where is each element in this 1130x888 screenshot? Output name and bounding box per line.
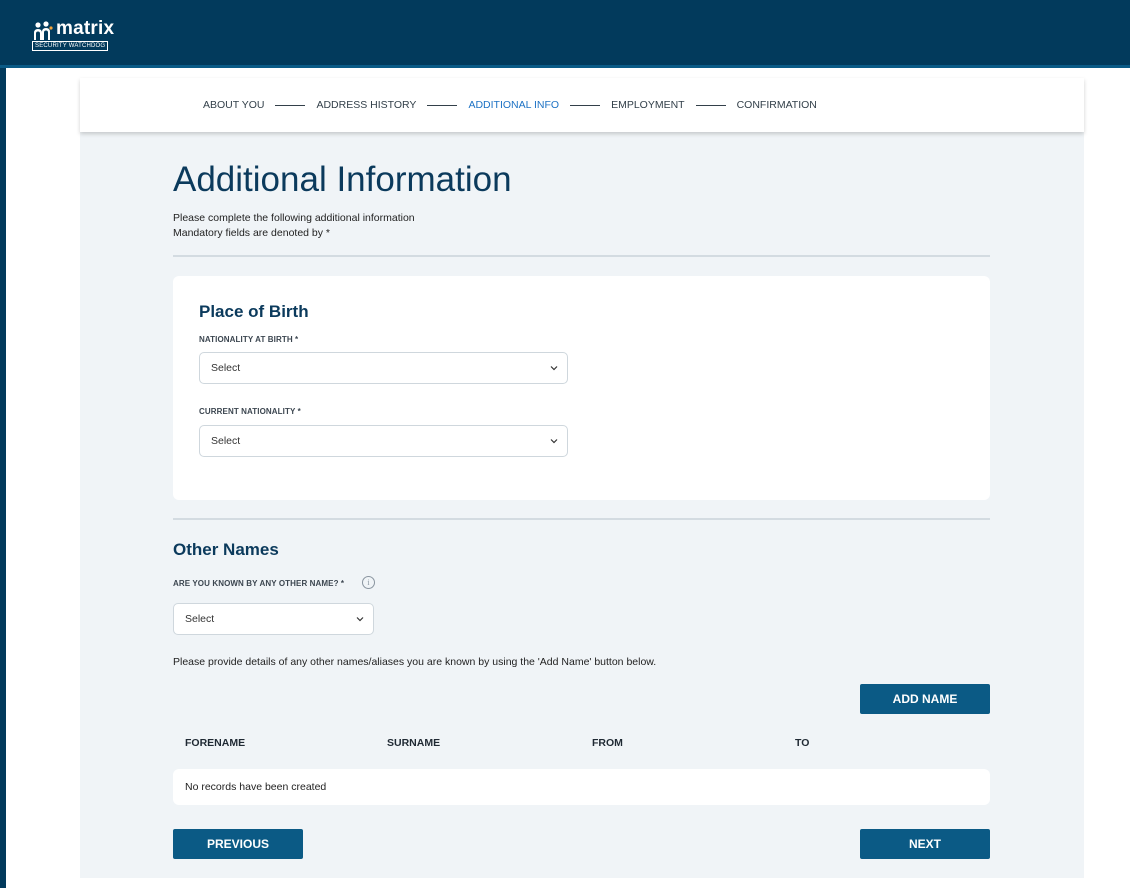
column-header-to: TO: [795, 737, 810, 749]
previous-button[interactable]: PREVIOUS: [173, 829, 303, 859]
section-divider: [173, 255, 990, 257]
chevron-down-icon: [550, 439, 558, 444]
column-header-surname: SURNAME: [387, 737, 441, 749]
column-header-forename: FORENAME: [185, 737, 246, 749]
place-of-birth-title: Place of Birth: [199, 302, 309, 321]
nationality-at-birth-label: NATIONALITY AT BIRTH *: [199, 335, 299, 344]
select-value: Select: [211, 435, 241, 447]
step-confirmation[interactable]: CONFIRMATION: [737, 99, 817, 111]
brand-logo[interactable]: matrix SECURITY WATCHDOG: [32, 18, 122, 54]
page-title: Additional Information: [173, 160, 512, 199]
select-value: Select: [185, 613, 215, 625]
step-about-you[interactable]: ABOUT YOU: [203, 99, 264, 111]
page-intro: Please complete the following additional…: [173, 211, 415, 241]
step-employment[interactable]: EMPLOYMENT: [611, 99, 685, 111]
nationality-at-birth-select[interactable]: Select: [199, 352, 568, 384]
step-connector: [275, 104, 306, 106]
people-logo-icon: [34, 21, 53, 40]
step-address-history[interactable]: ADDRESS HISTORY: [316, 99, 416, 111]
brand-name: matrix: [56, 18, 115, 39]
other-name-label: ARE YOU KNOWN BY ANY OTHER NAME? *: [173, 579, 345, 588]
step-connector: [695, 104, 726, 106]
top-bar: matrix SECURITY WATCHDOG: [0, 0, 1130, 68]
select-value: Select: [211, 362, 241, 374]
current-nationality-select[interactable]: Select: [199, 425, 568, 457]
intro-line: Please complete the following additional…: [173, 212, 415, 224]
left-edge-strip: [0, 68, 6, 888]
brand-subtitle: SECURITY WATCHDOG: [32, 41, 109, 51]
other-names-title: Other Names: [173, 540, 279, 559]
info-icon[interactable]: i: [362, 576, 375, 589]
chevron-down-icon: [356, 617, 364, 622]
step-connector: [570, 104, 601, 106]
add-name-button[interactable]: ADD NAME: [860, 684, 990, 714]
section-divider: [173, 518, 990, 520]
progress-stepper: ABOUT YOU ADDRESS HISTORY ADDITIONAL INF…: [80, 78, 1084, 132]
empty-message: No records have been created: [185, 781, 327, 793]
table-empty-row: No records have been created: [173, 769, 990, 805]
step-additional-info[interactable]: ADDITIONAL INFO: [468, 99, 559, 111]
column-header-from: FROM: [592, 737, 623, 749]
chevron-down-icon: [550, 366, 558, 371]
step-connector: [427, 104, 458, 106]
other-name-select[interactable]: Select: [173, 603, 374, 635]
mandatory-note: Mandatory fields are denoted by *: [173, 227, 331, 239]
current-nationality-label: CURRENT NATIONALITY *: [199, 407, 301, 416]
next-button[interactable]: NEXT: [860, 829, 990, 859]
other-names-hint: Please provide details of any other name…: [173, 656, 657, 668]
